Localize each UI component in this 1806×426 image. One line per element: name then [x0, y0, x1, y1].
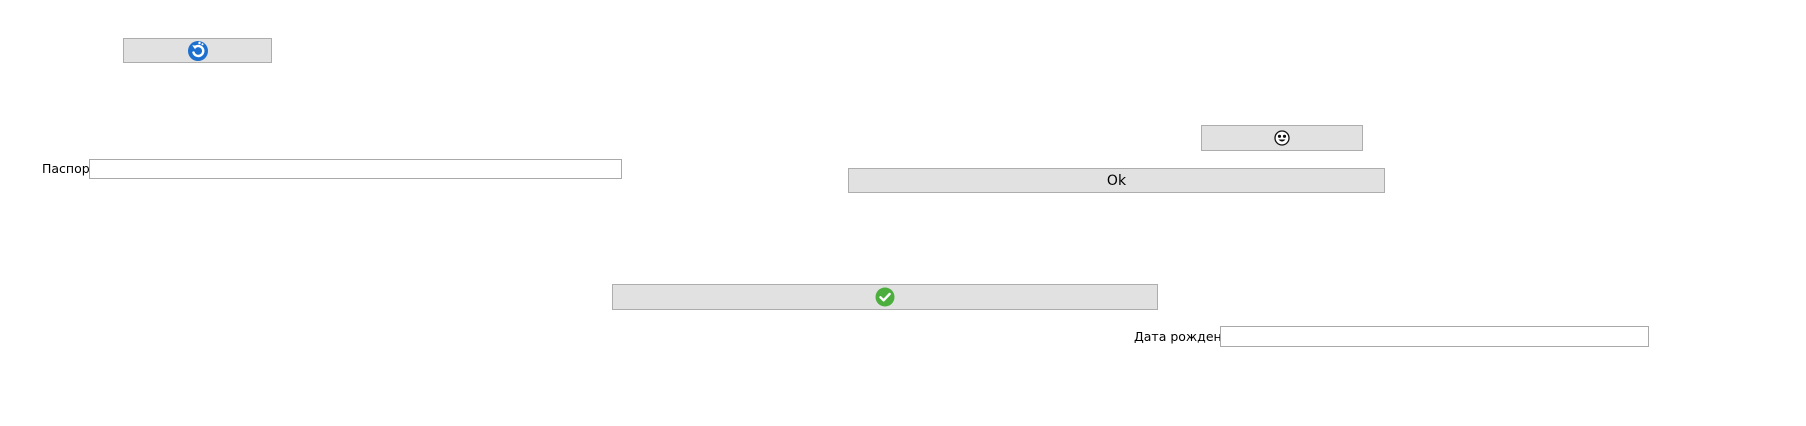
- smiley-icon: [1274, 130, 1290, 146]
- ok-button-label: Ok: [1106, 172, 1127, 189]
- ok-button[interactable]: Ok: [848, 168, 1385, 193]
- form-window: Ok Паспорт Дата рождения: [0, 0, 1806, 426]
- smiley-button[interactable]: [1201, 125, 1363, 151]
- confirm-button[interactable]: [612, 284, 1158, 310]
- check-circle-icon: [875, 287, 895, 307]
- birth-date-input[interactable]: [1220, 326, 1649, 347]
- refresh-icon: [187, 40, 208, 61]
- refresh-button[interactable]: [123, 38, 272, 63]
- passport-input[interactable]: [89, 159, 622, 179]
